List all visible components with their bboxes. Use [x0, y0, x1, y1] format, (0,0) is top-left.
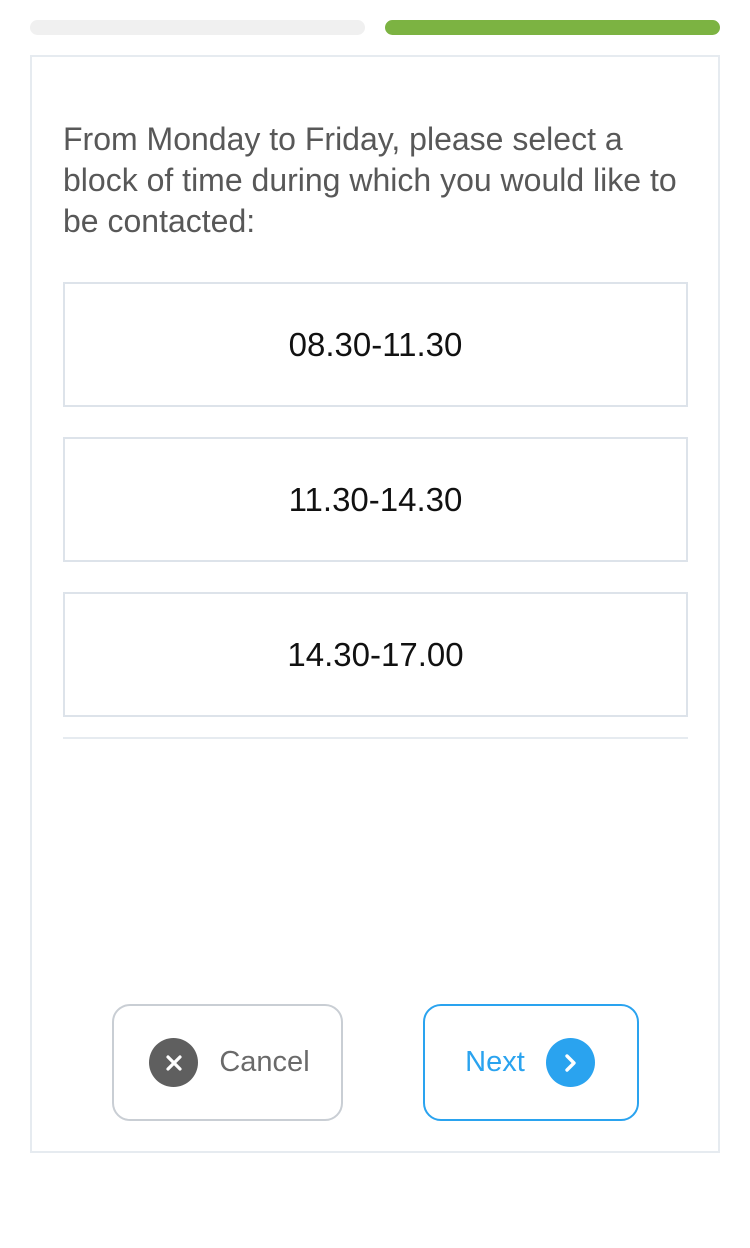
time-option-label: 08.30-11.30	[288, 325, 463, 363]
next-label: Next	[465, 1046, 525, 1078]
divider	[63, 737, 688, 739]
time-option-1[interactable]: 08.30-11.30	[63, 282, 688, 407]
chevron-right-icon	[545, 1038, 595, 1087]
question-card: From Monday to Friday, please select a b…	[30, 55, 720, 1153]
time-option-2[interactable]: 11.30-14.30	[63, 437, 688, 562]
next-button[interactable]: Next	[423, 1004, 639, 1121]
cancel-button[interactable]: Cancel	[112, 1004, 343, 1121]
cancel-label: Cancel	[219, 1046, 310, 1078]
time-option-3[interactable]: 14.30-17.00	[63, 592, 688, 717]
progress-bar	[30, 20, 720, 35]
close-icon	[149, 1038, 199, 1087]
question-text: From Monday to Friday, please select a b…	[63, 121, 677, 239]
progress-step-2	[385, 20, 720, 35]
progress-step-1	[30, 20, 365, 35]
time-option-label: 14.30-17.00	[287, 635, 464, 673]
time-option-label: 11.30-14.30	[288, 480, 463, 518]
